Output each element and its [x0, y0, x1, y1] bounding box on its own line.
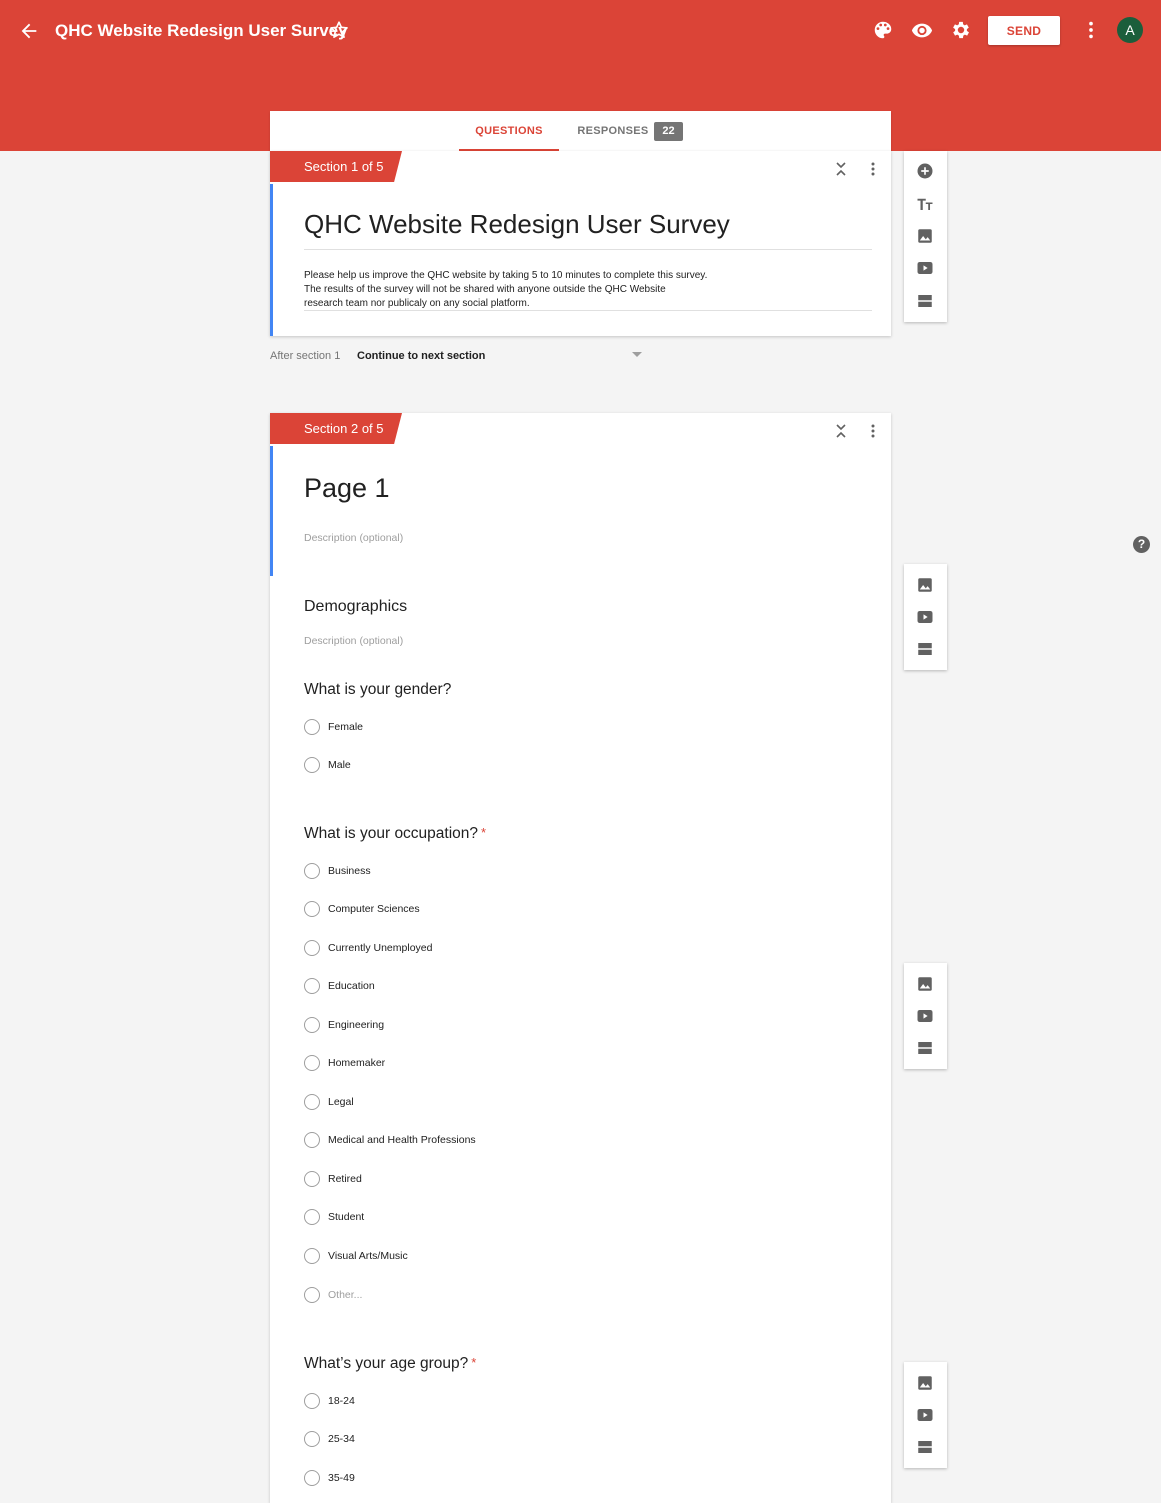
option-label: Business — [328, 865, 371, 877]
question-title-text: What is your gender? — [304, 681, 452, 698]
radio-button[interactable] — [304, 940, 320, 956]
option-label: Medical and Health Professions — [328, 1134, 476, 1146]
description-line: research team nor publicaly on any socia… — [304, 298, 530, 309]
radio-button[interactable] — [304, 1132, 320, 1148]
option-label: 18-24 — [328, 1395, 355, 1407]
question-title[interactable]: What is your occupation? * — [304, 825, 486, 843]
option-label: 35-49 — [328, 1472, 355, 1484]
option-label-other: Other... — [328, 1289, 363, 1301]
add-circle-icon[interactable] — [916, 162, 934, 180]
section-1-card[interactable]: Section 1 of 5 QHC Website Redesign User… — [270, 151, 891, 336]
option-label: 25-34 — [328, 1433, 355, 1445]
option-label: Computer Sciences — [328, 903, 420, 915]
option-label: Engineering — [328, 1019, 385, 1031]
section-icon[interactable] — [916, 292, 934, 310]
side-toolbar — [904, 564, 947, 670]
required-marker: * — [481, 825, 487, 840]
title-block-heading[interactable]: Demographics — [304, 598, 407, 616]
video-icon[interactable] — [916, 1406, 934, 1424]
responses-count-badge: 22 — [654, 122, 683, 141]
collapse-icon[interactable] — [834, 161, 848, 177]
description-line: Please help us improve the QHC website b… — [304, 270, 708, 281]
question-title[interactable]: What’s your age group? * — [304, 1355, 476, 1373]
title-text-icon[interactable] — [916, 195, 934, 213]
description-line: The results of the survey will not be sh… — [304, 284, 666, 295]
after-section-select[interactable]: Continue to next section — [357, 350, 485, 362]
radio-button[interactable] — [304, 978, 320, 994]
radio-button[interactable] — [304, 1017, 320, 1033]
radio-button[interactable] — [304, 1393, 320, 1409]
star-icon[interactable] — [328, 19, 350, 41]
option-label: Legal — [328, 1096, 354, 1108]
back-arrow-icon[interactable] — [18, 20, 40, 42]
section-title-field[interactable]: Page 1 — [304, 473, 390, 504]
side-toolbar — [904, 1362, 947, 1468]
tab-responses[interactable]: RESPONSES — [570, 111, 656, 151]
option-label: Currently Unemployed — [328, 942, 433, 954]
question-title[interactable]: What is your gender? — [304, 681, 451, 699]
required-marker: * — [471, 1355, 477, 1370]
image-icon[interactable] — [916, 227, 934, 245]
form-tabs: QUESTIONS RESPONSES 22 — [270, 111, 891, 151]
option-label: Retired — [328, 1173, 362, 1185]
title-block-description-field[interactable]: Description (optional) — [304, 635, 403, 647]
more-vert-icon[interactable] — [1080, 19, 1102, 41]
radio-button[interactable] — [304, 863, 320, 879]
radio-button[interactable] — [304, 757, 320, 773]
more-vert-icon[interactable] — [866, 161, 880, 177]
option-label: Female — [328, 721, 364, 733]
image-icon[interactable] — [916, 576, 934, 594]
send-button[interactable]: SEND — [988, 16, 1060, 45]
section-description-field[interactable]: Description (optional) — [304, 532, 403, 544]
dropdown-arrow-icon[interactable] — [632, 352, 642, 357]
option-label: Visual Arts/Music — [328, 1250, 408, 1262]
video-icon[interactable] — [916, 259, 934, 277]
section-icon[interactable] — [916, 1039, 934, 1057]
eye-icon[interactable] — [911, 19, 933, 41]
side-toolbar — [904, 151, 947, 322]
radio-button[interactable] — [304, 1055, 320, 1071]
video-icon[interactable] — [916, 608, 934, 626]
form-title-field[interactable]: QHC Website Redesign User Survey — [304, 209, 730, 240]
help-icon[interactable]: ? — [1133, 536, 1150, 553]
option-label: Education — [328, 980, 375, 992]
video-icon[interactable] — [916, 1007, 934, 1025]
form-description-field[interactable]: Please help us improve the QHC website b… — [304, 269, 734, 311]
option-label: Student — [328, 1211, 365, 1223]
side-toolbar — [904, 963, 947, 1069]
active-card-indicator — [270, 446, 273, 576]
radio-button[interactable] — [304, 1094, 320, 1110]
radio-button[interactable] — [304, 1287, 320, 1303]
after-section-label: After section 1 — [270, 350, 341, 362]
section-tag: Section 1 of 5 — [270, 151, 402, 182]
section-tag: Section 2 of 5 — [270, 413, 402, 444]
option-label: Homemaker — [328, 1057, 386, 1069]
avatar[interactable]: A — [1117, 17, 1143, 43]
divider — [304, 249, 872, 250]
collapse-icon[interactable] — [834, 423, 848, 439]
radio-button[interactable] — [304, 901, 320, 917]
option-label: Male — [328, 759, 351, 771]
form-title[interactable]: QHC Website Redesign User Survey — [55, 20, 348, 42]
image-icon[interactable] — [916, 975, 934, 993]
section-2-card[interactable]: Section 2 of 5 Page 1 Description (optio… — [270, 413, 891, 1503]
radio-button[interactable] — [304, 1209, 320, 1225]
radio-button[interactable] — [304, 1431, 320, 1447]
radio-button[interactable] — [304, 1248, 320, 1264]
tab-questions[interactable]: QUESTIONS — [459, 111, 559, 151]
divider — [304, 310, 872, 311]
palette-icon[interactable] — [872, 19, 894, 41]
question-title-text: What is your occupation? — [304, 825, 479, 842]
radio-button[interactable] — [304, 719, 320, 735]
radio-button[interactable] — [304, 1470, 320, 1486]
image-icon[interactable] — [916, 1374, 934, 1392]
radio-button[interactable] — [304, 1171, 320, 1187]
section-icon[interactable] — [916, 640, 934, 658]
question-title-text: What’s your age group? — [304, 1355, 469, 1372]
more-vert-icon[interactable] — [866, 423, 880, 439]
section-icon[interactable] — [916, 1438, 934, 1456]
gear-icon[interactable] — [950, 19, 972, 41]
active-card-indicator — [270, 184, 273, 336]
